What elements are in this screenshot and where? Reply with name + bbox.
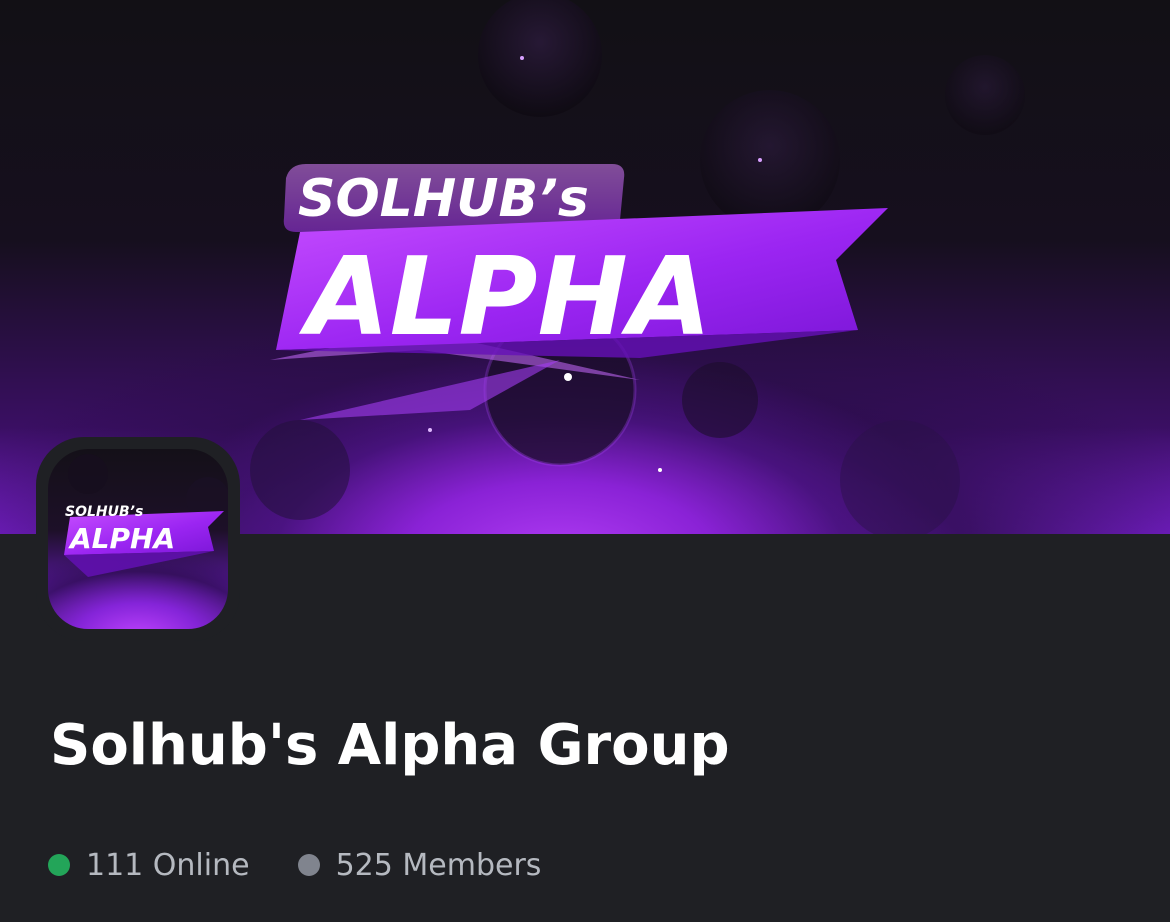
members-status-dot-icon [297, 854, 320, 876]
avatar-logo-line1: SOLHUB’s [65, 504, 143, 520]
server-profile-page: SOLHUB’s ALPHA SOLHUB’s ALPHA Solhub's A… [0, 0, 1170, 922]
server-name: Solhub's Alpha Group [50, 713, 730, 778]
orb-shape [840, 420, 960, 534]
orb-shape [250, 420, 350, 520]
member-count: 525 Members [297, 847, 542, 883]
sparkle-icon [520, 56, 524, 60]
banner-logo-line2: ALPHA [298, 235, 712, 360]
sparkle-icon [658, 468, 662, 472]
sparkle-icon [758, 158, 762, 162]
orb-shape [478, 0, 602, 117]
orb-shape [68, 454, 108, 494]
online-count-label: 111 Online [86, 847, 250, 883]
server-avatar-image: SOLHUB’s ALPHA [48, 449, 228, 629]
avatar-logo-line2: ALPHA [68, 522, 175, 555]
orb-shape [945, 55, 1025, 135]
sparkle-icon [564, 373, 572, 381]
server-stats: 111 Online 525 Members [48, 842, 541, 888]
orb-shape [700, 90, 840, 230]
sparkle-icon [428, 428, 432, 432]
online-status-dot-icon [48, 854, 70, 876]
server-avatar[interactable]: SOLHUB’s ALPHA [36, 437, 240, 641]
banner-logo-line1: SOLHUB’s [298, 169, 589, 229]
member-count-label: 525 Members [335, 847, 542, 883]
orb-shape [682, 362, 758, 438]
online-count: 111 Online [48, 848, 250, 883]
avatar-artwork: SOLHUB’s ALPHA [64, 454, 228, 577]
